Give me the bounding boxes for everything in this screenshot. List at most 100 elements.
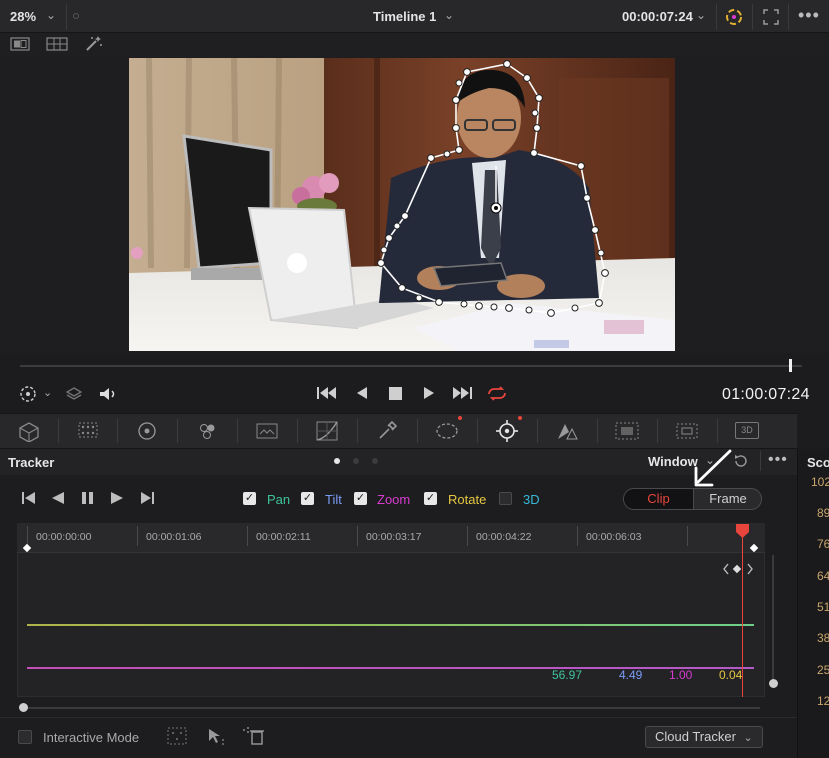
scopes-title: Sco xyxy=(807,455,829,470)
chevron-down-icon[interactable]: ⌄ xyxy=(696,8,706,22)
divider xyxy=(788,4,789,30)
scope-value: 51 xyxy=(817,600,829,614)
skip-to-end-icon[interactable] xyxy=(451,386,473,400)
page-dot[interactable] xyxy=(372,458,378,464)
play-icon[interactable] xyxy=(422,386,436,400)
scope-value: 76 xyxy=(817,537,829,551)
clip-button[interactable]: Clip xyxy=(624,489,693,509)
scope-value: 38 xyxy=(817,631,829,645)
scope-value: 102 xyxy=(811,475,829,489)
grid-view-icon[interactable] xyxy=(46,37,68,51)
grid-warp-icon[interactable] xyxy=(76,421,100,439)
chevron-down-icon[interactable]: ⌄ xyxy=(43,386,52,399)
play-reverse-icon[interactable] xyxy=(355,386,369,400)
motion-effects-icon[interactable] xyxy=(254,421,280,441)
scrub-bar[interactable] xyxy=(20,365,802,367)
key-icon[interactable] xyxy=(674,420,700,442)
divider xyxy=(760,451,761,471)
scope-value: 25 xyxy=(817,663,829,677)
track-to-start-icon[interactable] xyxy=(21,491,37,505)
divider xyxy=(66,4,67,30)
track-to-end-icon[interactable] xyxy=(140,491,156,505)
rotate-value: 0.04 xyxy=(719,668,743,682)
ruler-timecode: 00:00:06:03 xyxy=(586,531,642,543)
ruler-timecode: 00:00:01:06 xyxy=(146,531,202,543)
pan-tilt-curve xyxy=(27,624,754,626)
page-dot-active[interactable] xyxy=(334,458,340,464)
playhead-handle[interactable] xyxy=(789,359,792,372)
rgb-mixer-icon[interactable] xyxy=(196,421,218,441)
vertical-zoom-handle[interactable] xyxy=(769,679,778,688)
more-options-icon[interactable]: ••• xyxy=(768,451,788,469)
tilt-value: 4.49 xyxy=(619,668,643,682)
3d-label: 3D xyxy=(523,492,540,507)
active-indicator xyxy=(518,416,522,420)
active-indicator xyxy=(458,416,462,420)
vertical-zoom-track[interactable] xyxy=(772,555,774,683)
blur-icon[interactable] xyxy=(614,420,640,442)
cloud-tracker-dropdown[interactable]: Cloud Tracker ⌄ xyxy=(645,726,763,748)
panel-title: Tracker xyxy=(8,455,55,470)
interactive-mode-checkbox[interactable] xyxy=(18,730,32,744)
insert-points-icon[interactable] xyxy=(166,726,188,746)
split-view-icon[interactable] xyxy=(10,37,30,51)
fullscreen-icon[interactable] xyxy=(763,9,779,25)
clip-frame-toggle: Clip Frame xyxy=(623,488,762,510)
scope-value: 64 xyxy=(817,569,829,583)
3d-button[interactable]: 3D xyxy=(735,422,759,439)
reset-icon[interactable] xyxy=(733,453,749,469)
track-forward-icon[interactable] xyxy=(110,491,124,505)
loop-icon[interactable] xyxy=(485,385,509,402)
delete-points-icon[interactable] xyxy=(241,726,265,746)
qualifier-icon[interactable] xyxy=(18,385,38,403)
interactive-mode-label: Interactive Mode xyxy=(43,730,140,745)
zoom-rotate-curve xyxy=(27,667,754,669)
playhead-marker[interactable] xyxy=(735,523,750,539)
curves-circle-icon[interactable] xyxy=(136,420,158,442)
divider xyxy=(716,4,717,30)
chevron-down-icon[interactable]: ⌄ xyxy=(46,8,56,22)
timecode-main: 01:00:07:24 xyxy=(722,386,810,403)
zoom-checkbox[interactable]: ✓ xyxy=(354,492,367,505)
cloud-tracker-label: Cloud Tracker xyxy=(655,729,736,744)
annotation-arrow-icon xyxy=(694,449,732,487)
3d-cube-icon[interactable] xyxy=(16,420,42,442)
magic-wand-icon[interactable] xyxy=(84,34,104,52)
add-point-icon[interactable] xyxy=(206,726,226,746)
pause-icon[interactable] xyxy=(80,491,94,505)
video-frame[interactable] xyxy=(129,58,675,351)
tracker-icon[interactable] xyxy=(494,419,520,443)
skip-to-start-icon[interactable] xyxy=(316,386,338,400)
horizontal-zoom-handle[interactable] xyxy=(19,703,28,712)
ruler-timecode: 00:00:00:00 xyxy=(36,531,92,543)
3d-checkbox[interactable] xyxy=(499,492,512,505)
zoom-label: Zoom xyxy=(377,492,411,507)
page-dot[interactable] xyxy=(353,458,359,464)
pan-value: 56.97 xyxy=(552,668,583,682)
dot-icon xyxy=(73,13,79,19)
pan-checkbox[interactable]: ✓ xyxy=(243,492,256,505)
chevron-down-icon: ⌄ xyxy=(743,732,753,744)
curves-icon[interactable] xyxy=(315,420,339,442)
magic-mask-icon[interactable] xyxy=(555,421,579,441)
rotate-checkbox[interactable]: ✓ xyxy=(424,492,437,505)
window-icon[interactable] xyxy=(434,420,460,442)
timecode-display: 00:00:07:24 xyxy=(622,9,693,24)
stop-icon[interactable] xyxy=(389,387,402,400)
layers-icon[interactable] xyxy=(66,386,82,402)
playhead-line xyxy=(742,530,743,697)
pan-label: Pan xyxy=(267,492,291,507)
color-wheel-icon[interactable] xyxy=(724,7,744,27)
more-options-icon[interactable]: ••• xyxy=(798,5,820,26)
speaker-icon[interactable] xyxy=(98,386,118,402)
zoom-level[interactable]: 28% xyxy=(10,9,36,24)
eyedropper-icon[interactable] xyxy=(376,420,398,442)
chevron-down-icon[interactable]: ⌄ xyxy=(444,8,454,22)
horizontal-zoom-track[interactable] xyxy=(23,707,760,709)
timeline-name[interactable]: Timeline 1 xyxy=(373,9,436,24)
ruler-timecode: 00:00:02:11 xyxy=(256,531,311,543)
track-reverse-icon[interactable] xyxy=(51,491,65,505)
keyframe-nav-icon[interactable] xyxy=(722,562,754,576)
tilt-checkbox[interactable]: ✓ xyxy=(301,492,314,505)
frame-button[interactable]: Frame xyxy=(693,489,761,509)
